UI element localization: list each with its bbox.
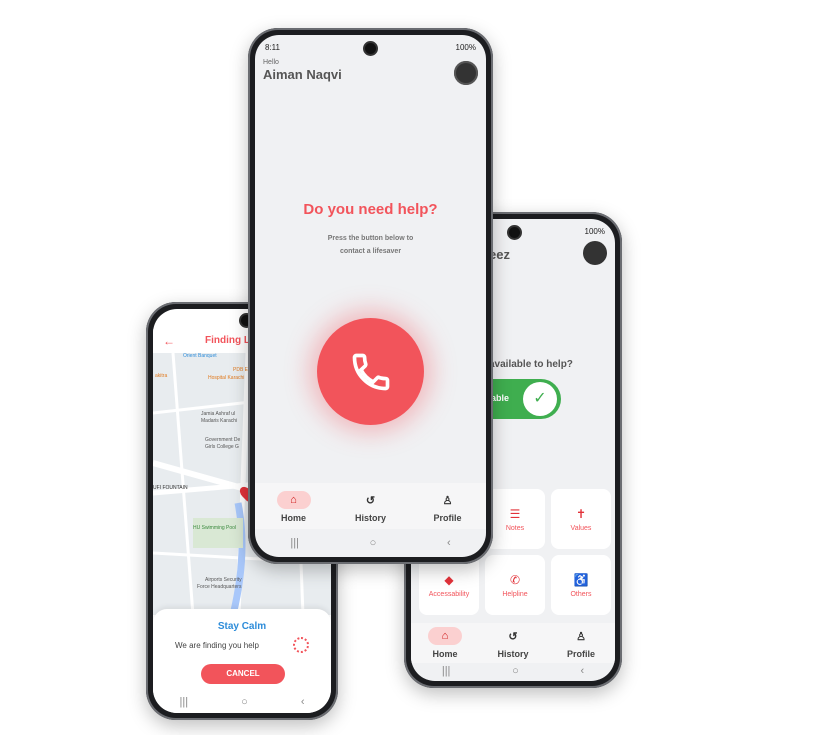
map-label: Hospital Karachi <box>208 375 245 381</box>
bottom-nav: ⌂ Home ↺ History ♙ Profile <box>255 483 486 529</box>
map-label: Airports Security <box>205 577 242 583</box>
back-arrow-icon[interactable]: ← <box>163 334 175 348</box>
card-values[interactable]: ✝ Values <box>551 489 611 549</box>
nav-profile[interactable]: ♙ Profile <box>431 491 465 524</box>
check-icon: ✓ <box>523 382 557 416</box>
card-helpline[interactable]: ✆ Helpline <box>485 555 545 615</box>
map-label: Girls College G <box>205 444 239 450</box>
values-icon: ✝ <box>575 506 587 521</box>
availability-question: available to help? <box>489 359 573 370</box>
back-icon[interactable]: ‹ <box>447 537 451 549</box>
map-label: UFI FOUNTAIN <box>153 485 188 491</box>
home-circle-icon[interactable]: ○ <box>370 537 377 549</box>
avatar[interactable] <box>454 61 478 85</box>
loading-spinner-icon <box>293 637 309 653</box>
greeting: Hello <box>263 59 279 66</box>
card-others[interactable]: ♿ Others <box>551 555 611 615</box>
home-circle-icon[interactable]: ○ <box>512 665 519 677</box>
system-nav-bar: ||| ○ ‹ <box>255 531 486 555</box>
system-nav-bar: ||| ○ ‹ <box>411 663 615 679</box>
home-circle-icon[interactable]: ○ <box>241 696 248 708</box>
history-icon: ↺ <box>365 494 376 507</box>
map-label: akitra <box>155 373 168 379</box>
cancel-button[interactable]: CANCEL <box>201 664 285 684</box>
map-label: Madaris Karachi <box>201 418 238 424</box>
nav-history[interactable]: ↺ History <box>496 627 530 660</box>
back-icon[interactable]: ‹ <box>580 665 584 677</box>
sheet-message: We are finding you help <box>175 641 259 650</box>
accessibility-icon: ◆ <box>444 572 454 587</box>
help-instruction-2: contact a lifesaver <box>339 248 402 255</box>
map-title: Finding Li <box>205 335 253 346</box>
home-icon: ⌂ <box>276 491 311 509</box>
help-question: Do you need help? <box>303 201 438 218</box>
mockup-stage: ← Finding Li Orient Banquet PDB Eye Hosp… <box>0 0 837 735</box>
card-accessability[interactable]: ◆ Accessability <box>419 555 479 615</box>
main-phone: 8:11 100% Hello Aiman Naqvi Do you need … <box>248 28 493 564</box>
nav-profile[interactable]: ♙ Profile <box>564 627 598 660</box>
status-battery: 100% <box>584 227 605 236</box>
help-instruction-1: Press the button below to <box>327 235 414 242</box>
map-label: Government De <box>205 437 241 443</box>
main-phone-screen: 8:11 100% Hello Aiman Naqvi Do you need … <box>255 35 486 557</box>
status-time: 8:11 <box>265 43 280 52</box>
user-name: Aiman Naqvi <box>263 67 342 82</box>
card-notes[interactable]: ☰ Notes <box>485 489 545 549</box>
notes-icon: ☰ <box>509 506 521 521</box>
nav-home[interactable]: ⌂ Home <box>276 491 311 523</box>
back-icon[interactable]: ‹ <box>301 696 305 708</box>
profile-icon: ♙ <box>442 494 453 507</box>
home-icon: ⌂ <box>428 627 462 645</box>
front-camera <box>365 43 376 54</box>
map-label: Jamia Ashraf ul <box>201 411 236 417</box>
call-lifesaver-button[interactable] <box>317 318 424 425</box>
bottom-sheet: Stay Calm We are finding you help CANCEL… <box>153 609 331 713</box>
avatar[interactable] <box>583 241 607 265</box>
status-battery: 100% <box>455 43 476 52</box>
phone-icon: ✆ <box>509 572 521 587</box>
map-label: HU Swimming Pool <box>193 525 237 531</box>
sheet-title: Stay Calm <box>217 621 267 632</box>
bottom-nav: ⌂ Home ↺ History ♙ Profile <box>411 623 615 663</box>
toggle-label: able <box>491 393 510 403</box>
history-icon: ↺ <box>508 630 518 643</box>
map-label: Force Headquarters <box>197 584 242 590</box>
profile-icon: ♙ <box>576 630 586 643</box>
recents-icon[interactable]: ||| <box>442 665 451 677</box>
wheelchair-icon: ♿ <box>573 572 589 587</box>
map-label: Orient Banquet <box>183 353 217 359</box>
recents-icon[interactable]: ||| <box>180 696 189 708</box>
system-nav-bar: ||| ○ ‹ <box>153 695 331 709</box>
phone-icon <box>352 353 389 390</box>
nav-history[interactable]: ↺ History <box>354 491 388 524</box>
nav-home[interactable]: ⌂ Home <box>428 627 462 659</box>
recents-icon[interactable]: ||| <box>290 537 299 549</box>
front-camera <box>509 227 520 238</box>
